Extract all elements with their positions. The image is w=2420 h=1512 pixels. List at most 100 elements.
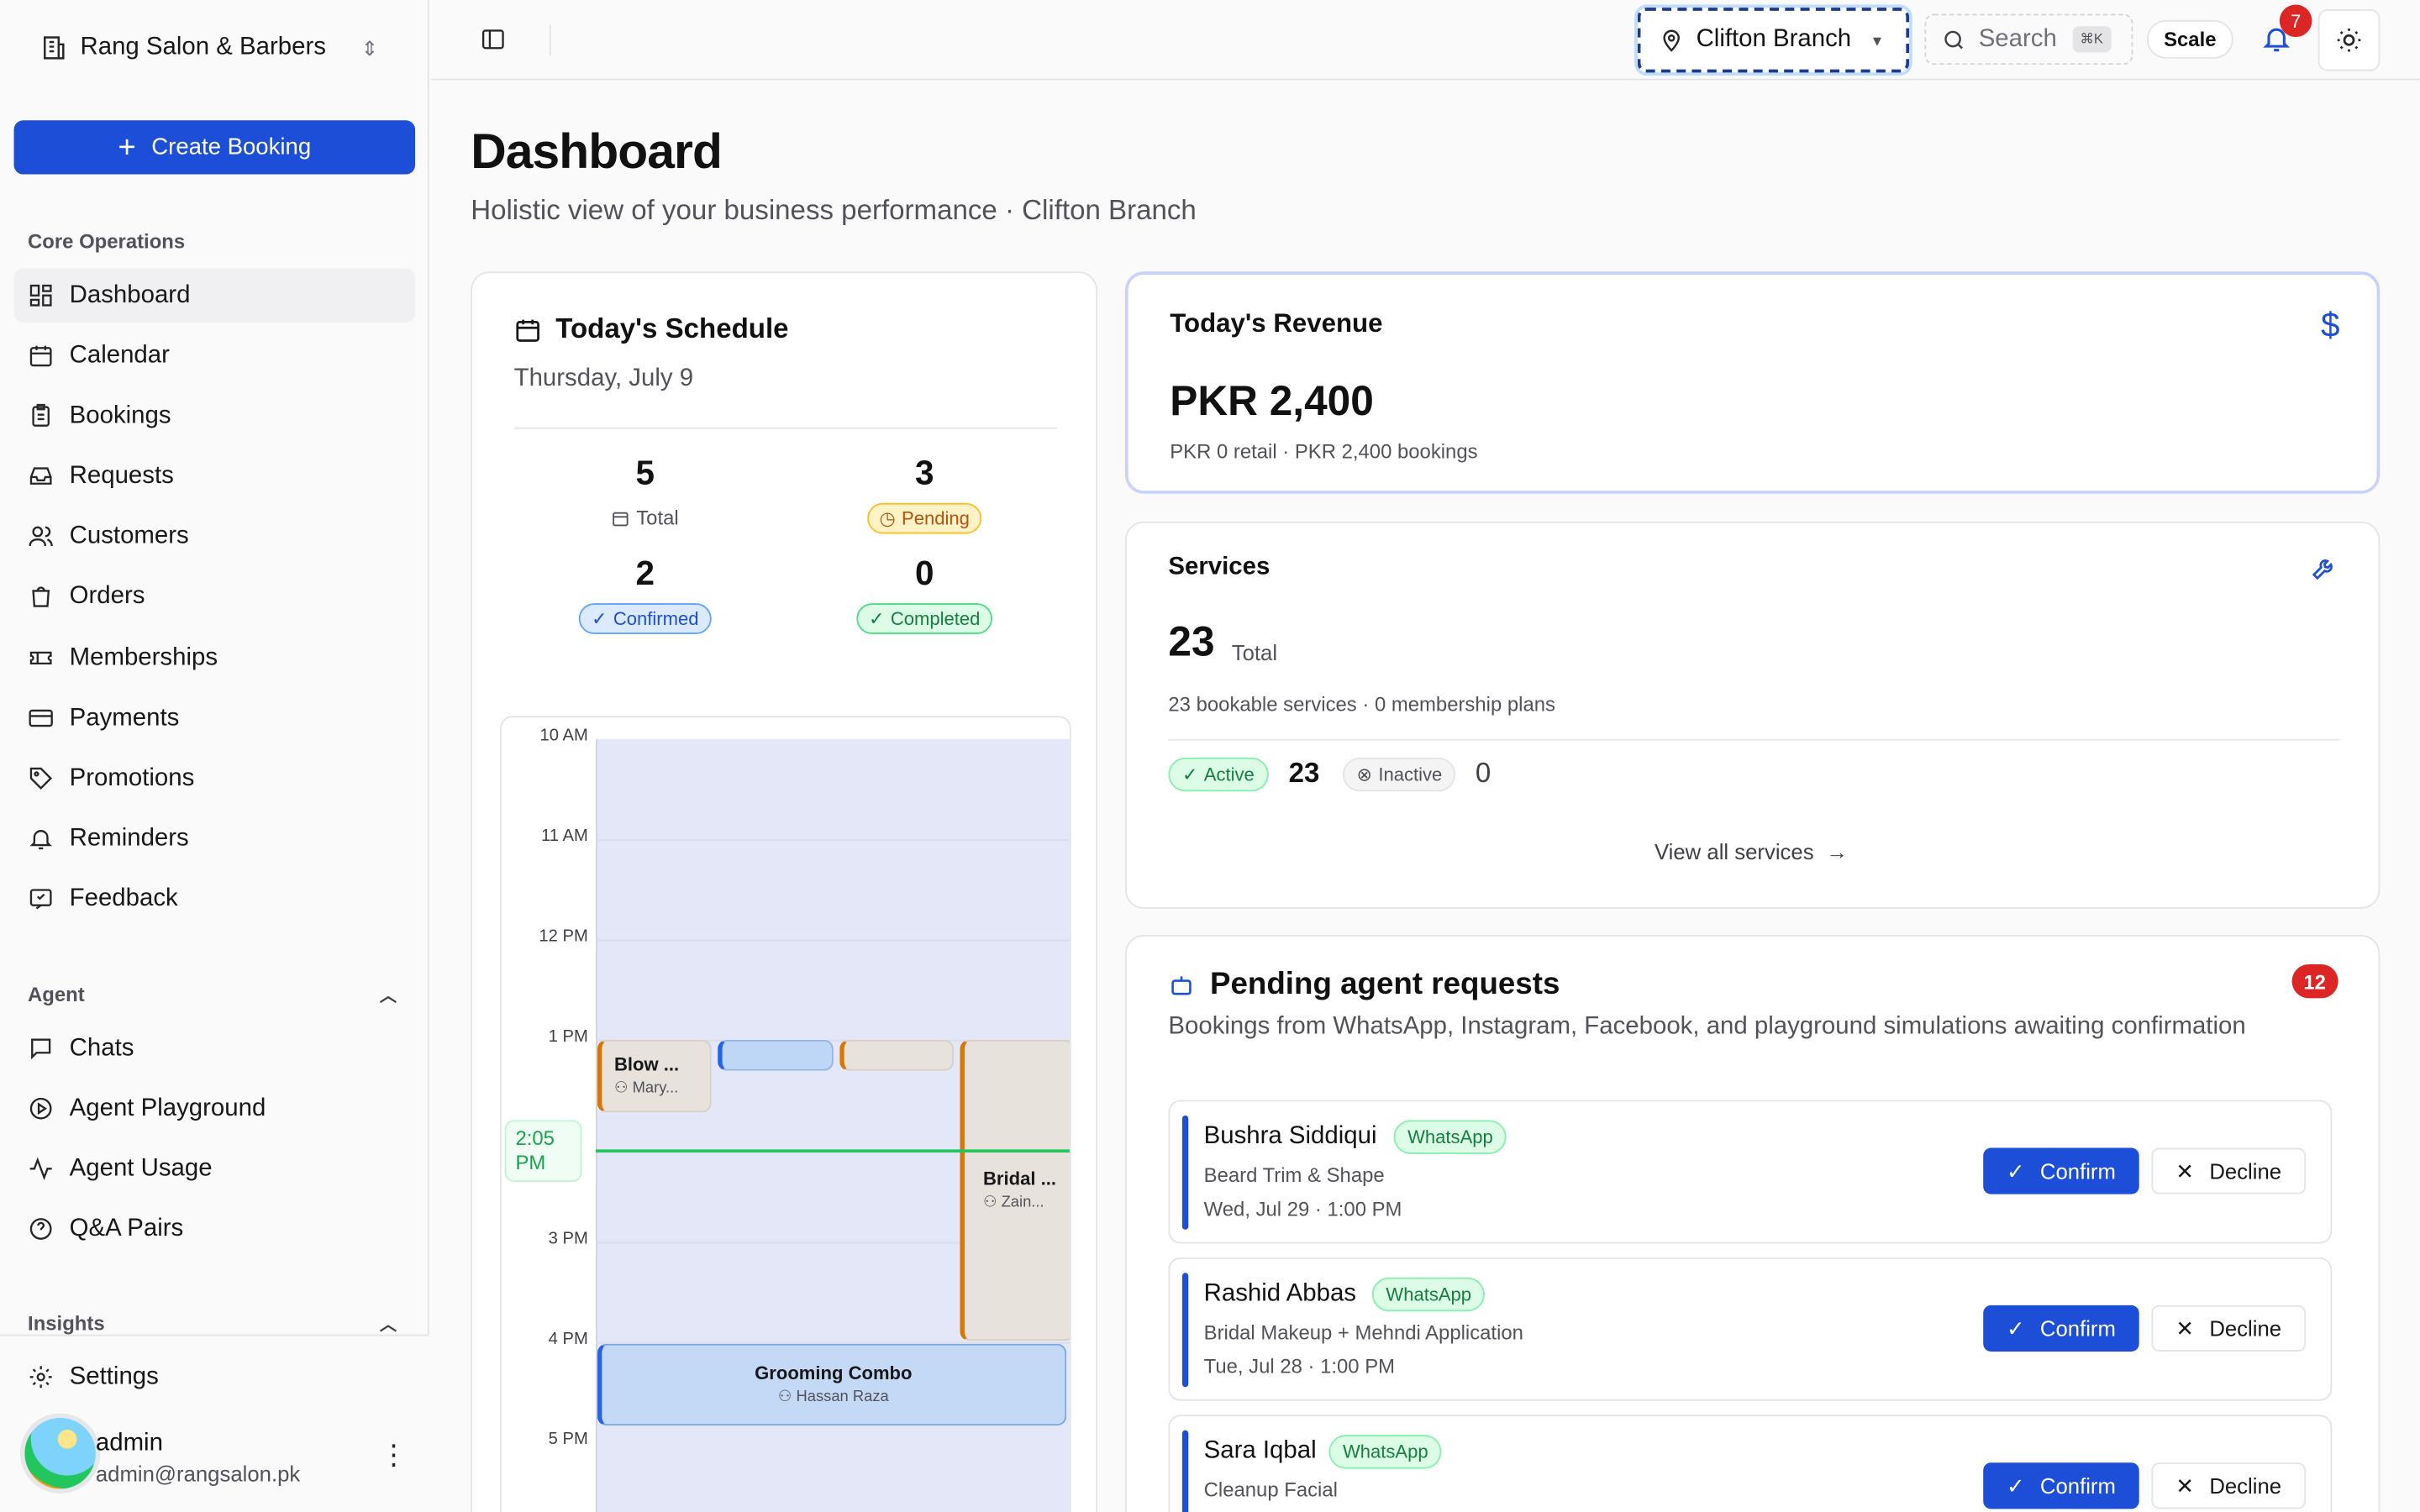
decline-button[interactable]: ✕ Decline xyxy=(2151,1462,2307,1509)
sidebar-item-agent-playground[interactable]: Agent Playground xyxy=(14,1082,416,1136)
chat-icon xyxy=(31,1038,51,1060)
services-card: Services 23 Total 23 bookable services ·… xyxy=(1124,521,2381,909)
section-insights[interactable]: Insights ︿ xyxy=(28,1311,397,1335)
decline-button[interactable]: ✕ Decline xyxy=(2151,1305,2307,1352)
sidebar-item-dashboard[interactable]: Dashboard xyxy=(13,268,416,323)
current-time-line xyxy=(595,1149,1070,1153)
feedback-icon xyxy=(29,889,52,910)
sidebar-item-label: Feedback xyxy=(69,885,178,911)
event-card[interactable]: Grooming Combo ⚇ Hassan Raza xyxy=(597,1343,1067,1426)
event-card[interactable]: Bridal ... ⚇ Zain... xyxy=(960,1039,1070,1341)
revenue-title: Today's Revenue xyxy=(1170,308,1383,339)
sidebar-item-promotions[interactable]: Promotions xyxy=(14,751,416,805)
decline-label: Decline xyxy=(2209,1473,2282,1499)
branch-select[interactable]: Clifton Branch ▾ xyxy=(1637,8,1910,73)
sidebar-item-settings[interactable]: Settings xyxy=(14,1350,416,1404)
user-name: admin xyxy=(95,1430,163,1457)
close-icon: ✕ xyxy=(2175,1473,2194,1498)
dashboard-icon xyxy=(29,284,52,307)
hour-label: 1 PM xyxy=(548,1027,588,1047)
inbox-icon xyxy=(29,467,52,485)
confirm-button[interactable]: ✓ Confirm xyxy=(1983,1147,2139,1194)
event-customer: ⚇ Zain... xyxy=(983,1194,1070,1211)
create-booking-button[interactable]: + Create Booking xyxy=(13,120,416,175)
sidebar-item-label: Chats xyxy=(69,1034,134,1061)
gear-icon xyxy=(29,1366,52,1389)
brand-switcher[interactable]: Rang Salon & Barbers ⇕ xyxy=(40,34,398,61)
event-card[interactable] xyxy=(839,1039,955,1071)
tag-icon xyxy=(29,767,53,790)
sidebar-item-qa-pairs[interactable]: Q&A Pairs xyxy=(14,1202,416,1256)
create-booking-label: Create Booking xyxy=(151,134,312,161)
user-email: admin@rangsalon.pk xyxy=(95,1461,301,1486)
request-row: Bushra Siddiqui WhatsApp Beard Trim & Sh… xyxy=(1168,1100,2333,1244)
shopping-bag-icon xyxy=(32,586,50,607)
day-calendar[interactable]: 10 AM 11 AM 12 PM 1 PM 3 PM 4 PM 5 PM Bl… xyxy=(500,716,1071,1512)
decline-button[interactable]: ✕ Decline xyxy=(2151,1147,2307,1194)
more-vertical-icon[interactable]: ⋮ xyxy=(380,1440,408,1473)
sidebar-toggle-icon[interactable] xyxy=(480,26,506,52)
hour-label: 3 PM xyxy=(548,1229,588,1248)
section-agent[interactable]: Agent ︿ xyxy=(28,982,397,1006)
section-agent-label: Agent xyxy=(28,982,85,1006)
sidebar-item-requests[interactable]: Requests xyxy=(14,449,416,502)
sidebar-item-bookings[interactable]: Bookings xyxy=(14,389,416,443)
stat-confirmed: 2 ✓ Confirmed xyxy=(537,554,753,634)
section-core-operations: Core Operations xyxy=(28,229,186,254)
check-icon: ✓ xyxy=(2006,1158,2025,1183)
schedule-title: Today's Schedule xyxy=(555,312,789,344)
services-breakdown: 23 bookable services · 0 membership plan… xyxy=(1168,692,1555,717)
request-name: Sara Iqbal xyxy=(1203,1437,1317,1465)
search-button[interactable]: Search ⌘K xyxy=(1924,13,2133,66)
hour-label: 12 PM xyxy=(539,927,588,946)
event-customer-name: Zain... xyxy=(1001,1194,1044,1211)
search-placeholder: Search xyxy=(1978,25,2057,52)
confirm-button[interactable]: ✓ Confirm xyxy=(1983,1305,2139,1352)
sidebar-item-agent-usage[interactable]: Agent Usage xyxy=(14,1142,416,1195)
bot-icon xyxy=(1171,976,1192,995)
source-badge: WhatsApp xyxy=(1371,1277,1486,1312)
play-icon xyxy=(29,1097,52,1120)
sidebar-item-orders[interactable]: Orders xyxy=(14,570,416,623)
sidebar-item-payments[interactable]: Payments xyxy=(14,691,416,745)
revenue-card[interactable]: Today's Revenue $ PKR 2,400 PKR 0 retail… xyxy=(1124,271,2381,494)
inactive-count: 0 xyxy=(1475,757,1491,789)
avatar[interactable] xyxy=(19,1413,101,1494)
sidebar-item-label: Agent Usage xyxy=(69,1154,213,1182)
calendar-icon xyxy=(516,318,539,341)
schedule-date: Thursday, July 9 xyxy=(513,365,694,392)
chevron-down-icon: ▾ xyxy=(1872,31,1882,50)
sidebar-item-customers[interactable]: Customers xyxy=(14,509,416,563)
view-all-label: View all services xyxy=(1654,839,1814,864)
schedule-header: Today's Schedule xyxy=(514,313,789,346)
schedule-card: Today's Schedule Thursday, July 9 5 Tota… xyxy=(471,271,1097,1512)
decline-label: Decline xyxy=(2209,1315,2282,1341)
branch-select-value: Clifton Branch xyxy=(1696,26,1852,53)
request-service: Cleanup Facial xyxy=(1203,1478,1338,1502)
event-card[interactable] xyxy=(718,1039,834,1071)
sidebar-item-reminders[interactable]: Reminders xyxy=(14,811,416,865)
sidebar-item-feedback[interactable]: Feedback xyxy=(14,872,416,926)
request-accent xyxy=(1181,1273,1189,1388)
page-title: Dashboard xyxy=(471,123,723,180)
chevrons-updown-icon: ⇕ xyxy=(360,37,378,60)
confirm-button[interactable]: ✓ Confirm xyxy=(1983,1462,2139,1509)
request-time: Tue, Jul 28 · 1:00 PM xyxy=(1203,1354,1396,1378)
check-circle-icon: ✓ xyxy=(868,607,885,630)
view-all-services-link[interactable]: View all services → xyxy=(1655,839,1848,864)
event-card[interactable]: Blow ... ⚇ Mary... xyxy=(597,1039,712,1113)
scale-button[interactable]: Scale xyxy=(2146,19,2233,59)
pending-subtitle: Bookings from WhatsApp, Instagram, Faceb… xyxy=(1168,1013,2246,1040)
event-customer: ⚇ Hassan Raza xyxy=(602,1389,1065,1405)
calendar-icon xyxy=(29,345,52,367)
pending-title: Pending agent requests xyxy=(1209,967,1560,1002)
status-badge: ◷ Pending xyxy=(866,502,982,534)
sidebar-item-chats[interactable]: Chats xyxy=(14,1021,416,1075)
user-icon: ⚇ xyxy=(614,1079,633,1097)
clock-icon: ◷ xyxy=(879,507,896,529)
sidebar-item-memberships[interactable]: Memberships xyxy=(14,631,416,685)
theme-toggle-button[interactable] xyxy=(2317,9,2381,71)
event-title: Blow ... xyxy=(614,1053,680,1076)
confirm-label: Confirm xyxy=(2039,1158,2116,1184)
sidebar-item-calendar[interactable]: Calendar xyxy=(14,328,416,382)
